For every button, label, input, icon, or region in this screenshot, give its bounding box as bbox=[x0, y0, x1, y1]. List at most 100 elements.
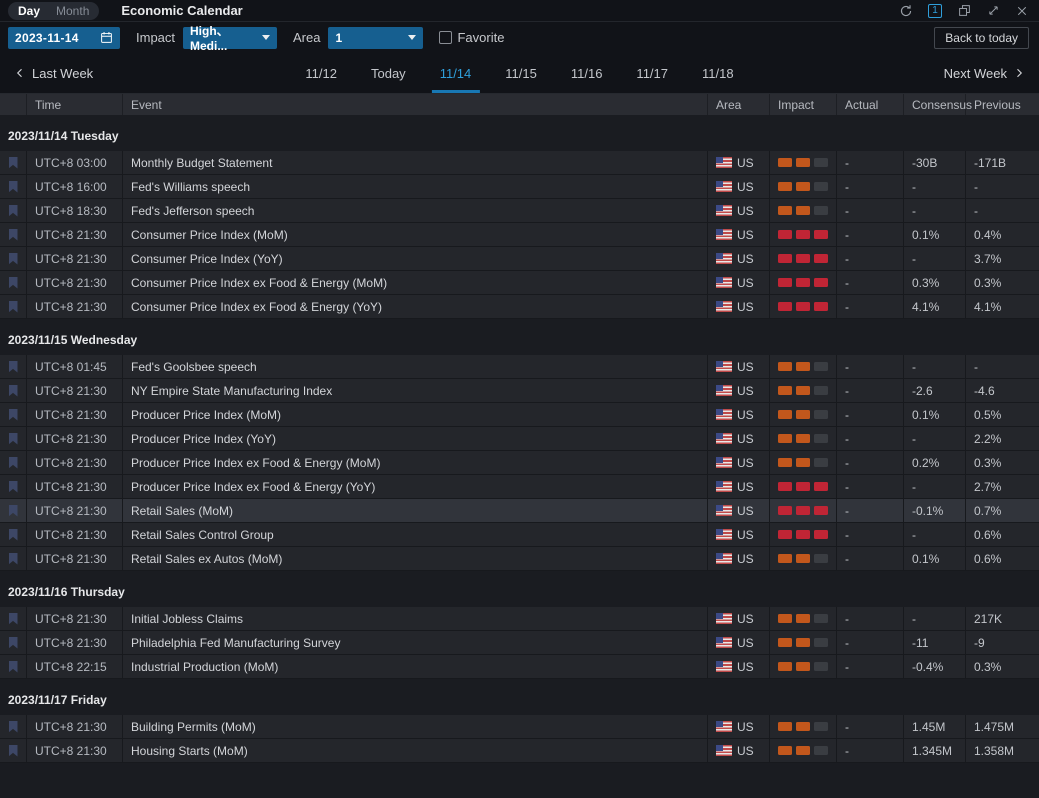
event-row[interactable]: UTC+8 21:30 Retail Sales Control Group US -… bbox=[0, 523, 1039, 547]
bookmark-icon[interactable] bbox=[8, 156, 18, 169]
checkbox-box[interactable] bbox=[439, 31, 453, 44]
bookmark-icon[interactable] bbox=[8, 276, 18, 289]
week-day-11-17[interactable]: 11/17 bbox=[619, 53, 685, 93]
area-code: US bbox=[737, 527, 754, 542]
last-week-button[interactable]: Last Week bbox=[14, 66, 93, 81]
event-row[interactable]: UTC+8 21:30 Retail Sales ex Autos (MoM) US… bbox=[0, 547, 1039, 571]
bookmark-icon[interactable] bbox=[8, 612, 18, 625]
week-day-11-18[interactable]: 11/18 bbox=[685, 53, 751, 93]
area-cell: US bbox=[708, 547, 770, 570]
impact-select-value: High、Medi... bbox=[190, 24, 229, 53]
week-day-11-15[interactable]: 11/15 bbox=[488, 53, 554, 93]
panel-count-badge[interactable]: 1 bbox=[928, 3, 942, 18]
bookmark-icon[interactable] bbox=[8, 480, 18, 493]
event-row[interactable]: UTC+8 21:30 Producer Price Index (MoM) US -… bbox=[0, 403, 1039, 427]
actual-value: - bbox=[837, 523, 904, 546]
event-row[interactable]: UTC+8 21:30 Initial Jobless Claims US - -217… bbox=[0, 607, 1039, 631]
event-row[interactable]: UTC+8 18:30 Fed's Jefferson speech US - - - bbox=[0, 199, 1039, 223]
bookmark-icon[interactable] bbox=[8, 360, 18, 373]
consensus-value: 0.1% bbox=[904, 547, 966, 570]
event-row[interactable]: UTC+8 03:00 Monthly Budget Statement US - -3… bbox=[0, 151, 1039, 175]
actual-value: - bbox=[837, 247, 904, 270]
refresh-icon[interactable] bbox=[899, 4, 913, 18]
bookmark-icon[interactable] bbox=[8, 720, 18, 733]
event-row[interactable]: UTC+8 21:30 Retail Sales (MoM) US - -0.1% 0.7… bbox=[0, 499, 1039, 523]
bookmark-icon[interactable] bbox=[8, 432, 18, 445]
pin-cell bbox=[0, 451, 27, 474]
close-icon[interactable] bbox=[1015, 4, 1029, 18]
previous-value: 4.1% bbox=[974, 299, 1002, 314]
date-picker[interactable]: 2023-11-14 bbox=[8, 26, 120, 49]
area-cell: US bbox=[708, 631, 770, 654]
impact-filter-label: Impact bbox=[136, 30, 176, 45]
event-row[interactable]: UTC+8 21:30 Consumer Price Index ex Food … bbox=[0, 271, 1039, 295]
window-controls: 1 bbox=[899, 3, 1029, 18]
event-name: Initial Jobless Claims bbox=[123, 607, 708, 630]
area-cell: US bbox=[708, 247, 770, 270]
actual-value: - bbox=[837, 295, 904, 318]
impact-cell bbox=[770, 451, 837, 474]
week-day-11-12[interactable]: 11/12 bbox=[288, 53, 354, 93]
bookmark-icon[interactable] bbox=[8, 660, 18, 673]
event-row[interactable]: UTC+8 21:30 Consumer Price Index (MoM) US -… bbox=[0, 223, 1039, 247]
bookmark-icon[interactable] bbox=[8, 408, 18, 421]
impact-select[interactable]: High、Medi... bbox=[183, 24, 278, 53]
back-to-today-button[interactable]: Back to today bbox=[934, 26, 1029, 49]
area-code: US bbox=[737, 431, 754, 446]
bookmark-icon[interactable] bbox=[8, 744, 18, 757]
event-row[interactable]: UTC+8 21:30 Producer Price Index ex Food … bbox=[0, 451, 1039, 475]
event-row[interactable]: UTC+8 21:30 Consumer Price Index (YoY) US -… bbox=[0, 247, 1039, 271]
tab-day[interactable]: Day bbox=[10, 2, 48, 20]
bookmark-icon[interactable] bbox=[8, 528, 18, 541]
tab-month[interactable]: Month bbox=[48, 2, 97, 20]
event-row[interactable]: UTC+8 21:30 Producer Price Index ex Food … bbox=[0, 475, 1039, 499]
next-week-button[interactable]: Next Week bbox=[944, 66, 1025, 81]
event-row[interactable]: UTC+8 21:30 Producer Price Index (YoY) US -… bbox=[0, 427, 1039, 451]
event-row[interactable]: UTC+8 21:30 Philadelphia Fed Manufacturin… bbox=[0, 631, 1039, 655]
bookmark-icon[interactable] bbox=[8, 552, 18, 565]
area-code: US bbox=[737, 611, 754, 626]
impact-medium-indicator bbox=[778, 206, 828, 215]
impact-cell bbox=[770, 547, 837, 570]
header-consensus: Consensus bbox=[904, 94, 972, 115]
impact-medium-indicator bbox=[778, 662, 828, 671]
bookmark-icon[interactable] bbox=[8, 252, 18, 265]
restore-window-icon[interactable] bbox=[957, 4, 971, 18]
bookmark-icon[interactable] bbox=[8, 300, 18, 313]
consensus-value: -0.4% bbox=[904, 655, 966, 678]
previous-value: -171B bbox=[974, 155, 1007, 170]
consensus-value: - bbox=[904, 475, 966, 498]
bookmark-icon[interactable] bbox=[8, 456, 18, 469]
previous-value: 217K bbox=[974, 611, 1003, 626]
table-body: 2023/11/14 Tuesday UTC+8 03:00 Monthly Bud… bbox=[0, 115, 1039, 798]
bookmark-icon[interactable] bbox=[8, 228, 18, 241]
consensus-value: - bbox=[904, 199, 966, 222]
bookmark-icon[interactable] bbox=[8, 180, 18, 193]
event-row[interactable]: UTC+8 21:30 Consumer Price Index ex Food … bbox=[0, 295, 1039, 319]
bookmark-icon[interactable] bbox=[8, 636, 18, 649]
bookmark-icon[interactable] bbox=[8, 384, 18, 397]
impact-medium-indicator bbox=[778, 614, 828, 623]
favorite-checkbox[interactable]: Favorite bbox=[439, 30, 504, 45]
chevron-right-icon bbox=[1017, 68, 1023, 78]
event-row[interactable]: UTC+8 16:00 Fed's Williams speech US - - - bbox=[0, 175, 1039, 199]
event-row[interactable]: UTC+8 21:30 Building Permits (MoM) US -1.45… bbox=[0, 715, 1039, 739]
week-days: 11/12 Today 11/14 11/15 11/16 11/17 11/18 bbox=[288, 53, 750, 93]
week-day-today[interactable]: Today bbox=[354, 53, 423, 93]
week-day-11-14[interactable]: 11/14 bbox=[423, 53, 489, 93]
event-row[interactable]: UTC+8 21:30 NY Empire State Manufacturing… bbox=[0, 379, 1039, 403]
event-row[interactable]: UTC+8 22:15 Industrial Production (MoM) US… bbox=[0, 655, 1039, 679]
impact-cell bbox=[770, 175, 837, 198]
expand-icon[interactable] bbox=[986, 4, 1000, 18]
event-row[interactable]: UTC+8 01:45 Fed's Goolsbee speech US - - - bbox=[0, 355, 1039, 379]
impact-cell bbox=[770, 607, 837, 630]
event-name: Retail Sales ex Autos (MoM) bbox=[123, 547, 708, 570]
event-time: UTC+8 21:30 bbox=[27, 247, 123, 270]
area-select[interactable]: 1 bbox=[328, 26, 424, 49]
bookmark-icon[interactable] bbox=[8, 504, 18, 517]
impact-high-indicator bbox=[778, 530, 828, 539]
bookmark-icon[interactable] bbox=[8, 204, 18, 217]
week-day-11-16[interactable]: 11/16 bbox=[554, 53, 620, 93]
event-row[interactable]: UTC+8 21:30 Housing Starts (MoM) US -1.345M… bbox=[0, 739, 1039, 763]
pin-cell bbox=[0, 199, 27, 222]
